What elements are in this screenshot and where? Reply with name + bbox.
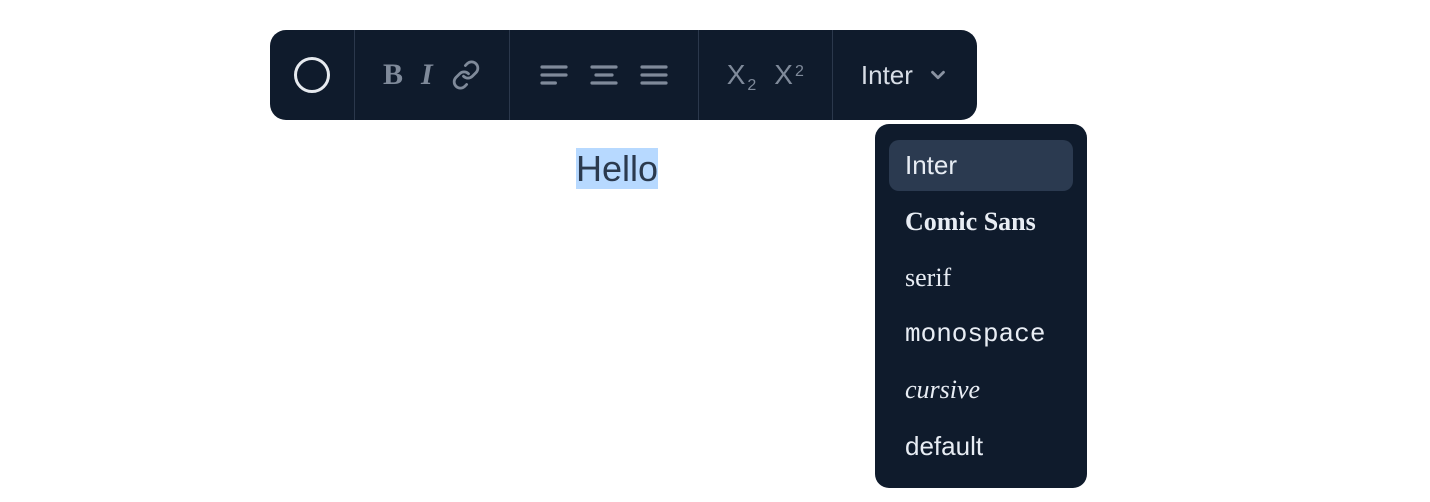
align-left-icon (538, 59, 570, 91)
font-dropdown: Inter Comic Sans serif monospace cursive defa… (875, 124, 1087, 488)
font-option-inter[interactable]: Inter (889, 140, 1073, 191)
selected-text: Hello (576, 148, 658, 189)
toolbar-group-shape (270, 30, 355, 120)
subscript-button[interactable]: X2 (727, 59, 757, 91)
font-option-monospace[interactable]: monospace (889, 309, 1073, 359)
align-center-icon (588, 59, 620, 91)
align-left-button[interactable] (538, 59, 570, 91)
font-select-label: Inter (861, 60, 913, 91)
circle-icon[interactable] (294, 57, 330, 93)
align-center-button[interactable] (588, 59, 620, 91)
font-option-comic-sans[interactable]: Comic Sans (889, 197, 1073, 247)
toolbar-group-font: Inter (833, 30, 977, 120)
chevron-down-icon (927, 64, 949, 86)
font-select[interactable]: Inter (861, 60, 949, 91)
align-justify-button[interactable] (638, 59, 670, 91)
editor-content[interactable]: Hello (576, 144, 658, 194)
toolbar-group-format: B I (355, 30, 510, 120)
superscript-button[interactable]: X2 (774, 59, 804, 91)
link-button[interactable] (451, 60, 481, 90)
toolbar-group-script: X2 X2 (699, 30, 833, 120)
italic-button[interactable]: I (421, 60, 433, 90)
font-option-serif[interactable]: serif (889, 253, 1073, 303)
bold-button[interactable]: B (383, 60, 403, 90)
font-option-cursive[interactable]: cursive (889, 365, 1073, 415)
link-icon (451, 60, 481, 90)
toolbar: B I (270, 30, 977, 120)
align-justify-icon (638, 59, 670, 91)
font-option-default[interactable]: default (889, 421, 1073, 472)
toolbar-group-align (510, 30, 699, 120)
